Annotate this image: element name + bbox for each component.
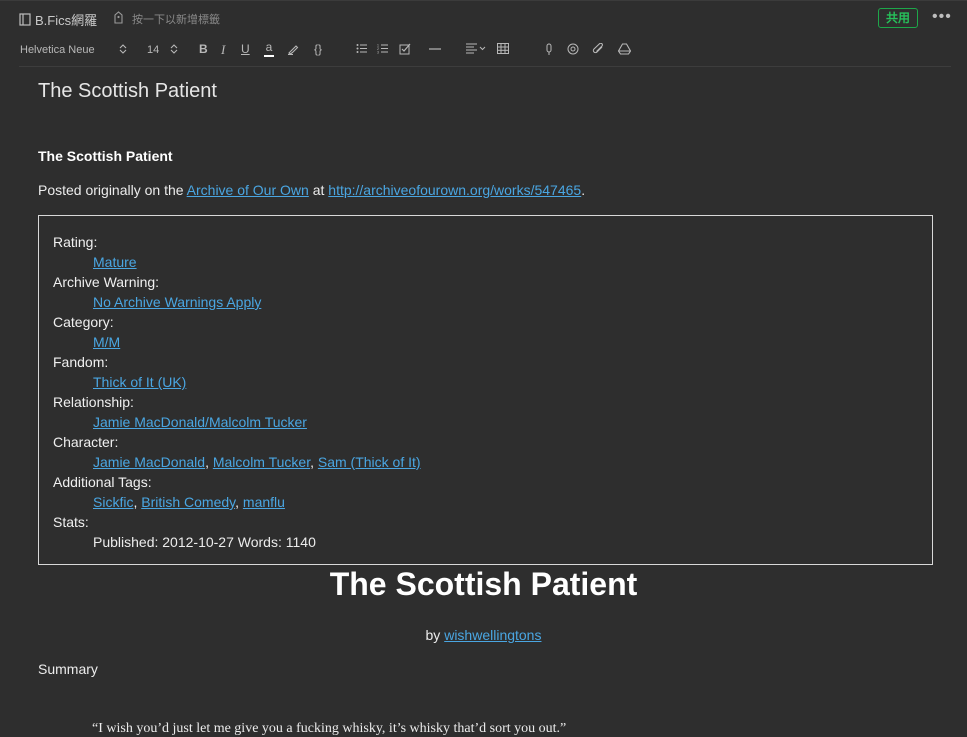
work-title: The Scottish Patient xyxy=(329,566,638,602)
posted-prefix: Posted originally on the xyxy=(38,182,187,198)
note-title[interactable]: The Scottish Patient xyxy=(38,80,217,103)
fandom-link[interactable]: Thick of It (UK) xyxy=(93,374,186,390)
notebook-selector[interactable]: B.Fics網羅 xyxy=(19,10,97,29)
bullet-list-icon[interactable] xyxy=(356,43,368,54)
summary-heading: Summary xyxy=(38,661,98,677)
toolbar-divider xyxy=(19,66,951,67)
character-label: Character: xyxy=(53,434,119,450)
notebook-name: B.Fics網羅 xyxy=(35,13,98,28)
window-top-border xyxy=(0,0,967,1)
work-url-link[interactable]: http://archiveofourown.org/works/547465 xyxy=(328,182,581,198)
stats-label: Stats: xyxy=(53,514,89,530)
fandom-label: Fandom: xyxy=(53,354,109,370)
checklist-icon[interactable] xyxy=(399,43,411,55)
tag-placeholder: 按一下以新增標籤 xyxy=(132,14,220,26)
character-link[interactable]: Jamie MacDonald xyxy=(93,454,205,470)
rating-label: Rating: xyxy=(53,234,98,250)
by-label: by xyxy=(425,627,445,643)
warning-label: Archive Warning: xyxy=(53,274,160,290)
font-size-select[interactable]: 14 xyxy=(147,44,159,56)
posted-line: Posted originally on the Archive of Our … xyxy=(38,182,585,198)
attachment-icon[interactable] xyxy=(592,43,605,55)
tags-label: Additional Tags: xyxy=(53,474,152,490)
summary-quote: “I wish you’d just let me give you a fuc… xyxy=(92,721,567,736)
posted-suffix: . xyxy=(581,182,586,198)
tag-icon xyxy=(113,11,124,27)
rating-link[interactable]: Mature xyxy=(93,254,137,270)
voice-memo-icon[interactable] xyxy=(544,43,554,56)
align-icon[interactable] xyxy=(466,43,486,54)
work-metadata-box: Rating: Mature Archive Warning: No Archi… xyxy=(38,215,933,565)
font-family-stepper-icon[interactable] xyxy=(119,43,127,55)
add-tag-button[interactable]: 按一下以新增標籤 xyxy=(113,11,220,27)
category-link[interactable]: M/M xyxy=(93,334,120,350)
bold-button[interactable]: B xyxy=(199,42,208,56)
notebook-icon xyxy=(19,13,31,26)
archive-link[interactable]: Archive of Our Own xyxy=(187,182,309,198)
camera-icon[interactable] xyxy=(567,43,579,55)
highlight-icon[interactable] xyxy=(287,43,299,55)
relationship-label: Relationship: xyxy=(53,394,134,410)
font-family-select[interactable]: Helvetica Neue xyxy=(20,44,95,56)
relationship-link[interactable]: Jamie MacDonald/Malcolm Tucker xyxy=(93,414,307,430)
note-heading: The Scottish Patient xyxy=(38,148,173,164)
google-drive-icon[interactable] xyxy=(618,43,631,55)
author-link[interactable]: wishwellingtons xyxy=(444,627,541,643)
tag-link[interactable]: British Comedy xyxy=(141,494,235,510)
svg-text:3: 3 xyxy=(377,51,379,55)
character-link[interactable]: Sam (Thick of It) xyxy=(318,454,421,470)
stats-value: Published: 2012-10-27 Words: 1140 xyxy=(93,534,316,550)
posted-mid: at xyxy=(308,182,329,198)
text-color-swatch xyxy=(264,55,274,57)
more-options-icon[interactable]: ••• xyxy=(932,8,952,26)
category-label: Category: xyxy=(53,314,114,330)
code-block-button[interactable]: {} xyxy=(314,42,322,56)
byline: by wishwellingtons xyxy=(0,627,967,643)
numbered-list-icon[interactable]: 123 xyxy=(377,43,389,54)
formatting-toolbar: Helvetica Neue 14 B I U a {} 123 xyxy=(19,40,951,62)
share-button[interactable]: 共用 xyxy=(878,8,918,28)
divider-icon[interactable] xyxy=(429,43,441,55)
tag-link[interactable]: manflu xyxy=(243,494,285,510)
text-color-button[interactable]: a xyxy=(264,40,274,57)
tag-link[interactable]: Sickfic xyxy=(93,494,133,510)
italic-button[interactable]: I xyxy=(221,42,225,58)
font-size-stepper-icon[interactable] xyxy=(170,43,178,55)
table-icon[interactable] xyxy=(497,43,509,54)
underline-button[interactable]: U xyxy=(241,42,250,56)
character-link[interactable]: Malcolm Tucker xyxy=(213,454,310,470)
warning-link[interactable]: No Archive Warnings Apply xyxy=(93,294,261,310)
